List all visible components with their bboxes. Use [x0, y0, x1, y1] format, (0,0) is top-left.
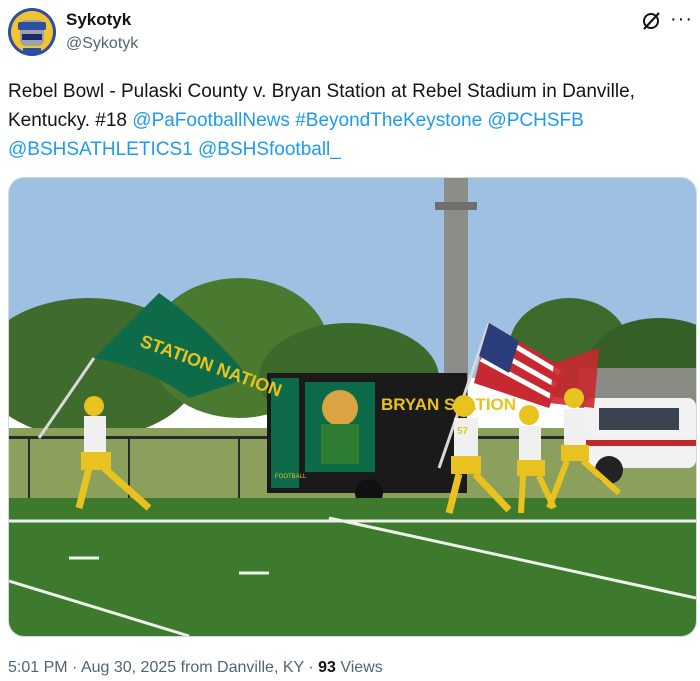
author-display-name[interactable]: Sykotyk	[66, 10, 131, 30]
tweet-time[interactable]: 5:01 PM	[8, 659, 68, 676]
meta-separator: ·	[303, 659, 319, 676]
grok-icon[interactable]	[640, 10, 662, 32]
avatar[interactable]	[8, 8, 56, 56]
views-count: 93	[318, 659, 336, 676]
mention-pchsfb[interactable]: @PCHSFB	[487, 110, 583, 131]
mention-bshsfootball[interactable]: @BSHSfootball_	[198, 139, 341, 160]
hashtag-beyondthekeystone[interactable]: #BeyondTheKeystone	[295, 110, 482, 131]
jersey-number: 57	[457, 426, 469, 437]
tweet-date[interactable]: Aug 30, 2025	[81, 659, 176, 676]
avatar-image	[8, 8, 56, 56]
more-options-icon[interactable]: ···	[670, 8, 693, 31]
tweet-meta: 5:01 PM · Aug 30, 2025 from Danville, KY…	[8, 659, 383, 677]
trailer-side-text: FOOTBALL	[275, 474, 307, 480]
tweet-location: from Danville, KY	[176, 659, 304, 676]
tweet-photo[interactable]: FOOTBALL BRYAN STATION STATION NATION 57	[8, 177, 697, 637]
views-label: Views	[335, 659, 383, 676]
football-photo: FOOTBALL BRYAN STATION STATION NATION 57	[9, 178, 696, 636]
meta-separator: ·	[67, 659, 81, 676]
trailer-text: BRYAN STATION	[381, 395, 516, 414]
mention-bshsathletics1[interactable]: @BSHSATHLETICS1	[8, 139, 193, 160]
author-handle[interactable]: @Sykotyk	[66, 35, 138, 53]
tweet-text: Rebel Bowl - Pulaski County v. Bryan Sta…	[8, 77, 678, 164]
mention-pafootballnews[interactable]: @PaFootballNews	[132, 110, 290, 131]
